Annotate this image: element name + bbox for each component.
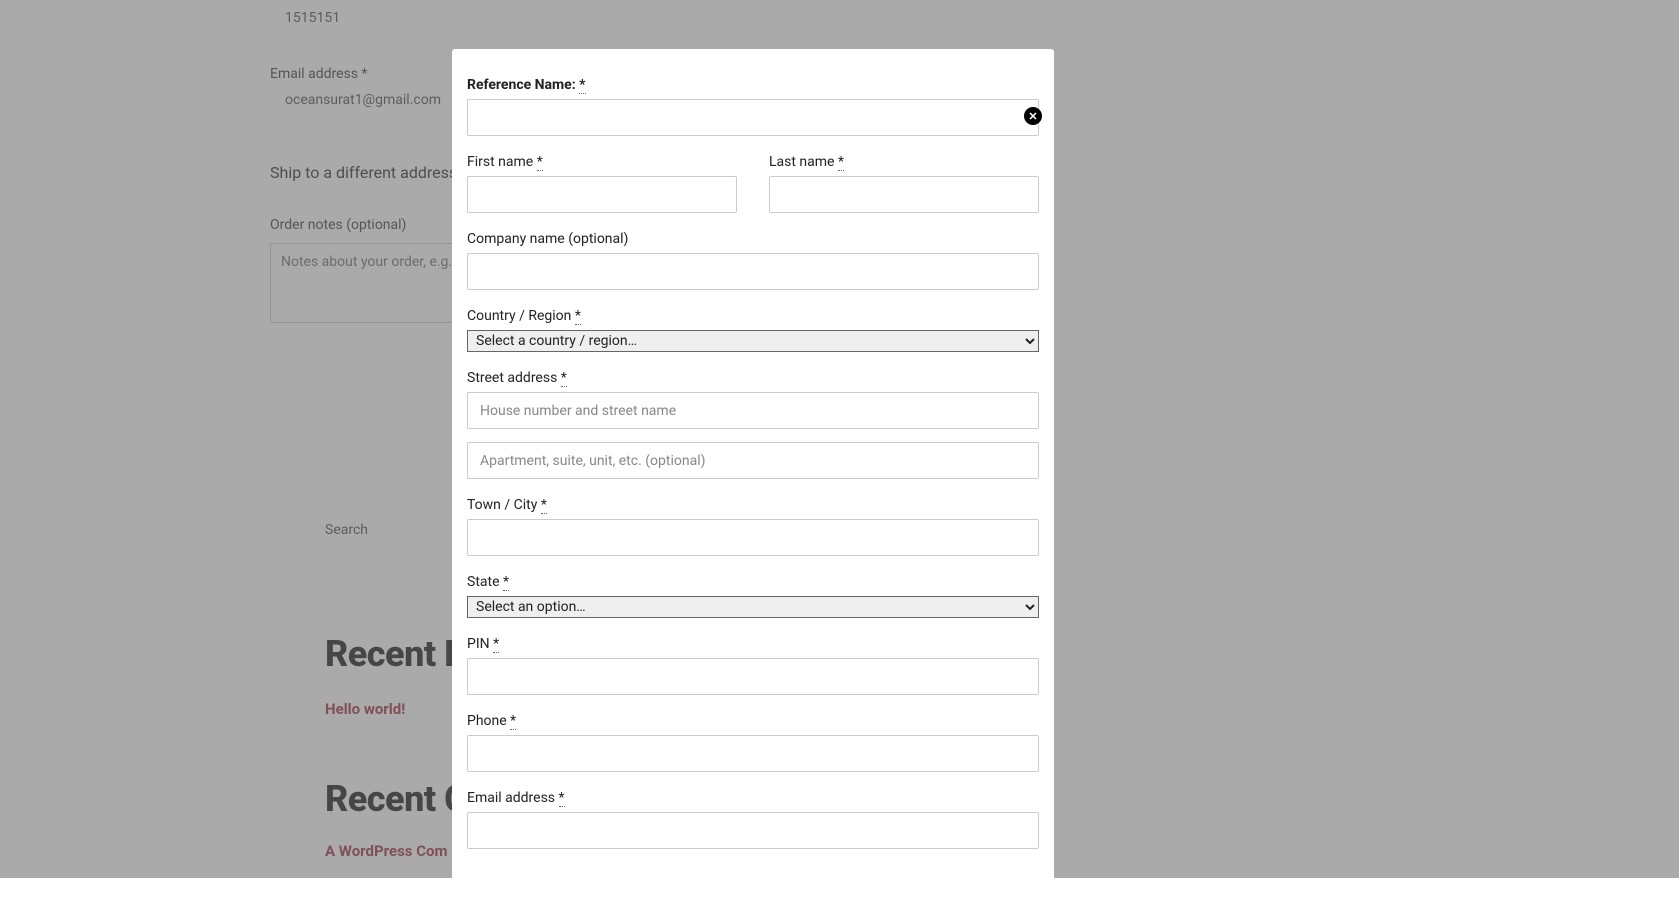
country-label: Country / Region * (467, 308, 1039, 324)
pin-label: PIN * (467, 636, 1039, 652)
city-field: Town / City * (467, 497, 1039, 556)
state-field: State * Select an option… (467, 574, 1039, 618)
city-input[interactable] (467, 519, 1039, 556)
city-label: Town / City * (467, 497, 1039, 513)
country-select[interactable]: Select a country / region… (467, 330, 1039, 352)
close-icon[interactable]: ✕ (1024, 107, 1042, 125)
first-name-input[interactable] (467, 176, 737, 213)
address-form-modal: ✕ Reference Name: * First name * Last na… (452, 49, 1054, 899)
phone-field: Phone * (467, 713, 1039, 772)
street-input-2[interactable] (467, 442, 1039, 479)
company-label: Company name (optional) (467, 231, 1039, 247)
pin-input[interactable] (467, 658, 1039, 695)
company-field: Company name (optional) (467, 231, 1039, 290)
phone-input[interactable] (467, 735, 1039, 772)
reference-name-input[interactable] (467, 99, 1039, 136)
pin-field: PIN * (467, 636, 1039, 695)
company-input[interactable] (467, 253, 1039, 290)
first-name-field: First name * (467, 154, 737, 213)
street-input-1[interactable] (467, 392, 1039, 429)
email-input-modal[interactable] (467, 812, 1039, 849)
state-label: State * (467, 574, 1039, 590)
reference-name-label: Reference Name: * (467, 77, 1039, 93)
email-field-modal: Email address * (467, 790, 1039, 849)
last-name-label: Last name * (769, 154, 1039, 170)
reference-name-field: Reference Name: * (467, 77, 1039, 136)
phone-label: Phone * (467, 713, 1039, 729)
state-select[interactable]: Select an option… (467, 596, 1039, 618)
last-name-input[interactable] (769, 176, 1039, 213)
first-name-label: First name * (467, 154, 737, 170)
email-label-modal: Email address * (467, 790, 1039, 806)
country-field: Country / Region * Select a country / re… (467, 308, 1039, 352)
last-name-field: Last name * (769, 154, 1039, 213)
street-label: Street address * (467, 370, 1039, 386)
street-address-field: Street address * (467, 370, 1039, 479)
